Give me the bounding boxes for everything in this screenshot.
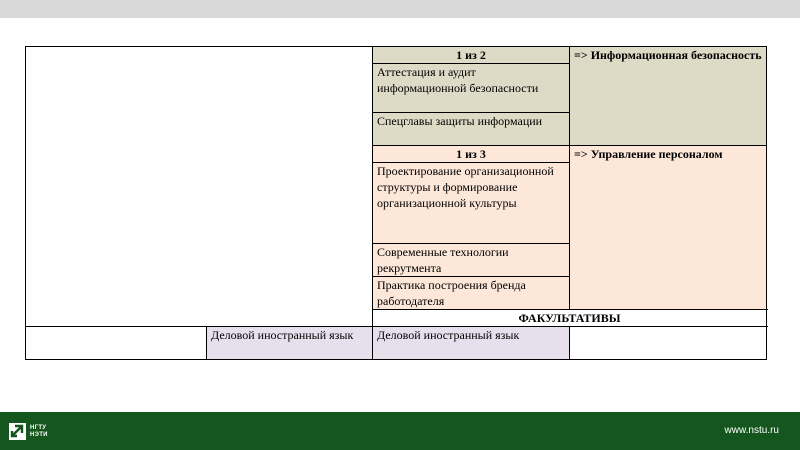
top-bar: [0, 0, 800, 18]
group1-arrow: =>: [574, 48, 588, 62]
group2-item-1: Проектирование организационной структуры…: [372, 162, 570, 244]
electives-col2: Деловой иностранный язык: [206, 326, 373, 360]
electives-empty-cell: [25, 326, 207, 360]
electives-title: ФАКУЛЬТАТИВЫ: [372, 309, 767, 327]
empty-left-cell: [25, 46, 373, 327]
group2-target: Управление персоналом: [590, 147, 723, 161]
group1-item-1: Аттестация и аудит информационной безопа…: [372, 63, 570, 113]
electives-col3: Деловой иностранный язык: [372, 326, 570, 360]
group2-target-cell: => Управление персоналом: [569, 145, 767, 310]
group1-target: Информационная безопасность: [590, 48, 762, 62]
group2-item-3: Практика построения бренда работодателя: [372, 276, 570, 310]
group2-arrow: =>: [574, 147, 588, 161]
site-url[interactable]: www.nstu.ru: [725, 425, 779, 436]
group1-header: 1 из 2: [372, 46, 570, 64]
nstu-logo: НГТУ НЭТИ: [9, 423, 48, 440]
logo-line-2: НЭТИ: [30, 431, 48, 438]
group2-header: 1 из 3: [372, 145, 570, 163]
logo-line-1: НГТУ: [30, 424, 47, 431]
footer-bar: НГТУ НЭТИ www.nstu.ru: [0, 412, 800, 450]
electives-empty-last: [569, 326, 767, 360]
course-table: 1 из 2 => Информационная безопасность Ат…: [25, 46, 767, 360]
group2-item-2: Современные технологии рекрутмента: [372, 243, 570, 277]
group1-target-cell: => Информационная безопасность: [569, 46, 767, 146]
group1-item-2: Спецглавы защиты информации: [372, 112, 570, 146]
nstu-logo-icon: [9, 423, 26, 440]
